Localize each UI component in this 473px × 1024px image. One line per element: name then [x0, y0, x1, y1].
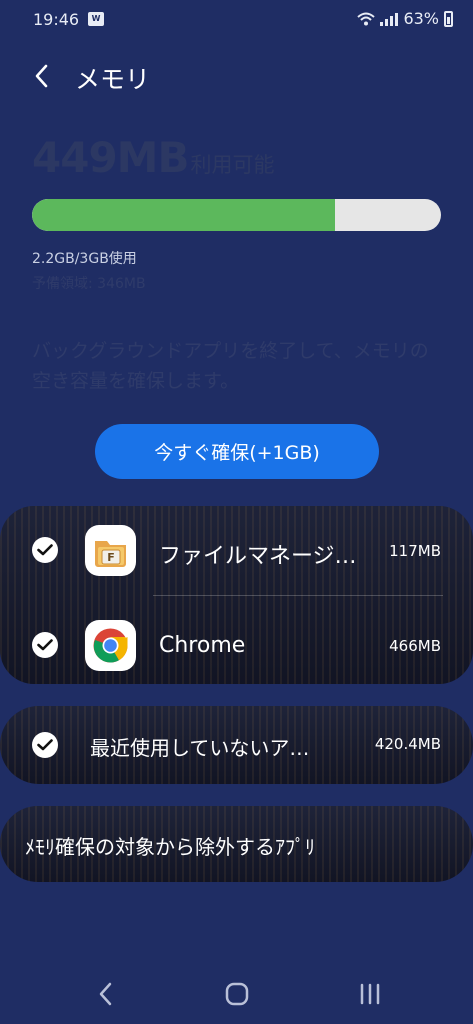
signal-icon — [380, 12, 399, 26]
app-name: Chrome — [159, 633, 246, 658]
free-memory-button[interactable]: 今すぐ確保(+1GB) — [95, 424, 379, 479]
nav-recents-button[interactable] — [350, 980, 390, 1008]
exclude-apps-label: ﾒﾓﾘ確保の対象から除外するｱﾌﾟﾘ — [25, 835, 315, 859]
navigation-bar — [0, 960, 473, 1024]
available-value: 449MB — [32, 133, 189, 182]
memory-used-text: 2.2GB/3GB使用 — [32, 251, 137, 267]
app-row-file-manager[interactable]: F ファイルマネージ… 117MB — [0, 506, 473, 595]
memory-used-fill — [32, 199, 335, 231]
file-manager-icon: F — [85, 525, 136, 576]
battery-percent: 63% — [403, 9, 439, 28]
page-title: メモリ — [75, 65, 151, 94]
recent-unused-size: 420.4MB — [374, 735, 441, 753]
check-icon — [37, 639, 53, 651]
app-name: ファイルマネージ… — [159, 544, 357, 569]
nav-back-icon — [99, 982, 112, 1006]
nav-home-button[interactable] — [217, 980, 257, 1008]
file-manager-checkbox[interactable] — [32, 537, 58, 563]
status-bar: 19:46 W 63% — [0, 0, 473, 40]
status-icons: 63% — [357, 9, 453, 28]
app-list-card: F ファイルマネージ… 117MB Chrome 466MB — [0, 506, 473, 684]
description-text: バックグラウンドアプリを終了して、メモリの空き容量を確保します。 — [32, 340, 429, 392]
app-row-chrome[interactable]: Chrome 466MB — [0, 595, 473, 684]
chrome-icon — [85, 620, 136, 671]
battery-icon — [444, 10, 453, 27]
app-notification-icon: W — [88, 12, 104, 26]
memory-usage-bar — [32, 199, 441, 231]
nav-recents-icon — [360, 983, 380, 1005]
reserved-memory-text: 予備領域: 346MB — [32, 276, 146, 292]
wifi-icon — [357, 12, 376, 25]
check-icon — [37, 739, 53, 751]
recent-unused-label: 最近使用していないア… — [90, 736, 310, 760]
available-label: 利用可能 — [190, 153, 275, 177]
chrome-checkbox[interactable] — [32, 632, 58, 658]
app-size: 466MB — [389, 637, 441, 655]
back-button[interactable] — [26, 58, 62, 94]
available-memory: 449MB 利用可能 — [32, 133, 274, 182]
status-time: 19:46 — [33, 10, 80, 29]
back-arrow-icon — [35, 64, 48, 88]
check-icon — [37, 544, 53, 556]
exclude-apps-card[interactable]: ﾒﾓﾘ確保の対象から除外するｱﾌﾟﾘ — [0, 806, 473, 882]
nav-home-icon — [225, 982, 249, 1006]
recent-unused-checkbox[interactable] — [32, 732, 58, 758]
nav-back-button[interactable] — [86, 980, 126, 1008]
svg-text:F: F — [107, 551, 115, 564]
recent-unused-card[interactable]: 最近使用していないア… 420.4MB — [0, 706, 473, 784]
app-size: 117MB — [389, 542, 441, 560]
